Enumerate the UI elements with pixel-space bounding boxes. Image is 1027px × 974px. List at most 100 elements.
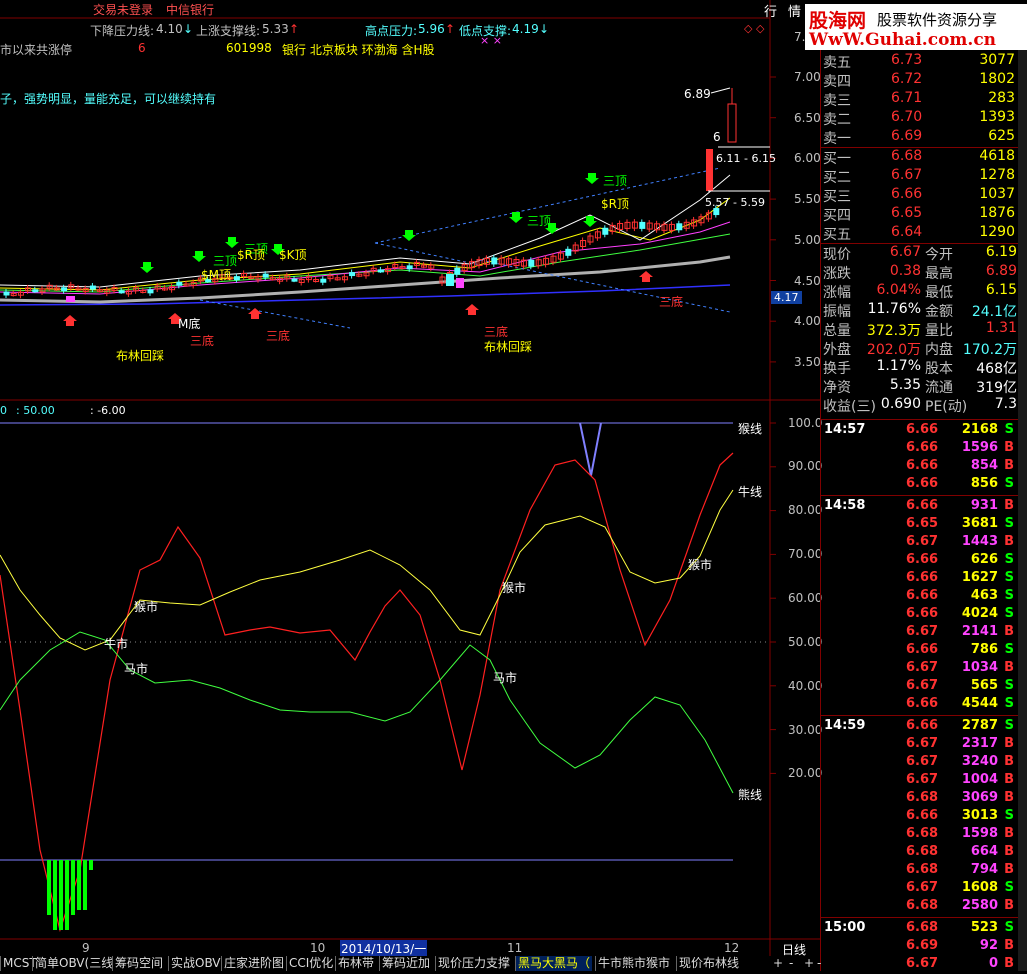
down-pressure-label: 下降压力线:	[90, 24, 155, 38]
tick-volume: 3013	[961, 808, 998, 823]
tick-price: 6.67	[906, 754, 939, 769]
tick-row: 6.66 856 S	[820, 476, 1020, 494]
candle-body	[602, 227, 609, 235]
site-logo: 股海网 股票软件资源分享 WwW.Guhai.com.cn	[805, 4, 1027, 50]
indicator-tab[interactable]: 简单OBV(三线	[32, 956, 115, 971]
indicator-value-1: 0	[0, 404, 7, 417]
high-price-note: 6.89	[684, 87, 711, 101]
tick-side: B	[1004, 458, 1014, 473]
indicator-tab[interactable]: 实战OBV	[168, 956, 223, 971]
side-toolbar[interactable]	[1018, 50, 1027, 971]
tick-price: 6.67	[906, 956, 939, 971]
ask-row[interactable]: 卖三 6.71 283	[823, 90, 1023, 109]
tick-volume: 1598	[961, 826, 998, 841]
quote-row: 收益(三) 0.690 PE(动) 7.3	[823, 396, 1023, 415]
ask-row[interactable]: 卖二 6.70 1393	[823, 109, 1023, 128]
indicator-tab[interactable]: 筹码空间	[112, 956, 165, 971]
price-tick: 4.50	[794, 274, 821, 288]
quote-row: 涨跌 0.38 最高 6.89	[823, 263, 1023, 282]
quote-value: 6.89	[985, 263, 1017, 279]
ma-line-green	[0, 233, 731, 293]
indicator-tab[interactable]: 现价压力支撑	[435, 956, 512, 971]
indicator-tab[interactable]: 庄家进阶图	[221, 956, 286, 971]
add-button[interactable]: +	[804, 956, 814, 970]
tick-row: 6.66 4544 S	[820, 696, 1020, 714]
stock-code[interactable]: 601998	[226, 41, 272, 55]
remove-button[interactable]: -	[817, 956, 821, 970]
bid-row[interactable]: 买三 6.66 1037	[823, 186, 1023, 205]
bid-row[interactable]: 买一 6.68 4618	[823, 148, 1023, 167]
tick-side: B	[1004, 844, 1014, 859]
tick-row: 6.66 1627 S	[820, 570, 1020, 588]
ask-row[interactable]: 卖四 6.72 1802	[823, 71, 1023, 90]
login-status[interactable]: 交易未登录	[93, 1, 153, 18]
tick-side: B	[1004, 534, 1014, 549]
candle-body	[727, 103, 737, 143]
divider	[820, 715, 1018, 716]
tick-price: 6.68	[906, 790, 939, 805]
bottom-signal-1: 三底	[190, 334, 215, 348]
indicator-tab[interactable]: 现价布林线	[676, 956, 741, 971]
indicator-tab[interactable]: 筹码近加	[379, 956, 432, 971]
quote-row: 现价 6.67 今开 6.19	[823, 244, 1023, 263]
up-arrow-icon	[639, 271, 653, 282]
tick-price: 6.67	[906, 624, 939, 639]
tick-row: 6.67 0 B	[820, 956, 1020, 974]
quote-value: 372.3万	[866, 323, 921, 339]
green-line	[0, 631, 734, 794]
limit-up-count: 6	[138, 41, 146, 55]
ask-label: 卖五	[823, 55, 851, 71]
chart-area[interactable]: 交易未登录 中信银行 下降压力线: 4.10 ↓ 上涨支撑线: 5.33 ↑ 高…	[0, 0, 820, 957]
zoom-in-button[interactable]: +	[773, 956, 783, 970]
tick-row: 6.66 463 S	[820, 588, 1020, 606]
bid-row[interactable]: 买五 6.64 1290	[823, 224, 1023, 243]
ask-volume: 1393	[979, 109, 1015, 125]
monkey-line-label: 猴线	[738, 422, 763, 436]
tick-price: 6.65	[906, 516, 939, 531]
tick-price: 6.67	[906, 678, 939, 693]
date-label-1: 9	[82, 941, 90, 955]
tick-price: 6.68	[906, 920, 939, 935]
limit-up-count-label: 市以来共涨停	[0, 43, 73, 57]
tick-side: B	[1004, 938, 1014, 953]
low-support-value: 4.19	[512, 22, 539, 36]
ask-label: 卖四	[823, 74, 851, 90]
menu-item[interactable]: 情	[788, 1, 801, 20]
quote-label: 外盘	[823, 342, 851, 358]
bid-row[interactable]: 买四 6.65 1876	[823, 205, 1023, 224]
diamond-icon[interactable]: ◇	[744, 22, 752, 35]
tick-price: 6.66	[906, 440, 939, 455]
menu-item[interactable]: 行	[764, 1, 777, 20]
kline-and-indicator-chart[interactable]	[0, 0, 820, 956]
quote-value: 6.19	[985, 244, 1017, 260]
tick-price: 6.66	[906, 422, 939, 437]
candle-body	[3, 291, 10, 296]
tick-volume: 1004	[961, 772, 998, 787]
tick-side: B	[1004, 660, 1014, 675]
indicator-tick: 40.00	[788, 679, 823, 693]
indicator-tab[interactable]: 黑马大黑马（	[515, 956, 593, 971]
tick-volume: 463	[970, 588, 998, 603]
tick-volume: 4544	[961, 696, 998, 711]
ask-volume: 1802	[979, 71, 1015, 87]
indicator-tab[interactable]: 牛市熊市猴市	[595, 956, 672, 971]
bid-row[interactable]: 买二 6.67 1278	[823, 167, 1023, 186]
tick-side: S	[1004, 476, 1014, 491]
boll-pullback-2: 布林回踩	[484, 340, 533, 354]
indicator-tick: 20.00	[788, 766, 823, 780]
ask-row[interactable]: 卖五 6.73 3077	[823, 52, 1023, 71]
ma-line-white	[0, 255, 731, 304]
candle-body	[676, 223, 683, 231]
indicator-tab[interactable]: CCI优化	[286, 956, 335, 971]
indicator-tick: 50.00	[788, 635, 823, 649]
tick-price: 6.66	[906, 476, 939, 491]
zoom-out-button[interactable]: -	[789, 956, 793, 970]
tick-side: B	[1004, 772, 1014, 787]
quote-label: 内盘	[925, 342, 953, 358]
date-label-3: 11	[507, 941, 523, 955]
quote-value: 319亿	[976, 380, 1017, 396]
broker-name[interactable]: 中信银行	[166, 1, 214, 18]
diamond-icon[interactable]: ◇	[756, 22, 764, 35]
ask-row[interactable]: 卖一 6.69 625	[823, 128, 1023, 147]
indicator-tab[interactable]: 布林带	[335, 956, 376, 971]
